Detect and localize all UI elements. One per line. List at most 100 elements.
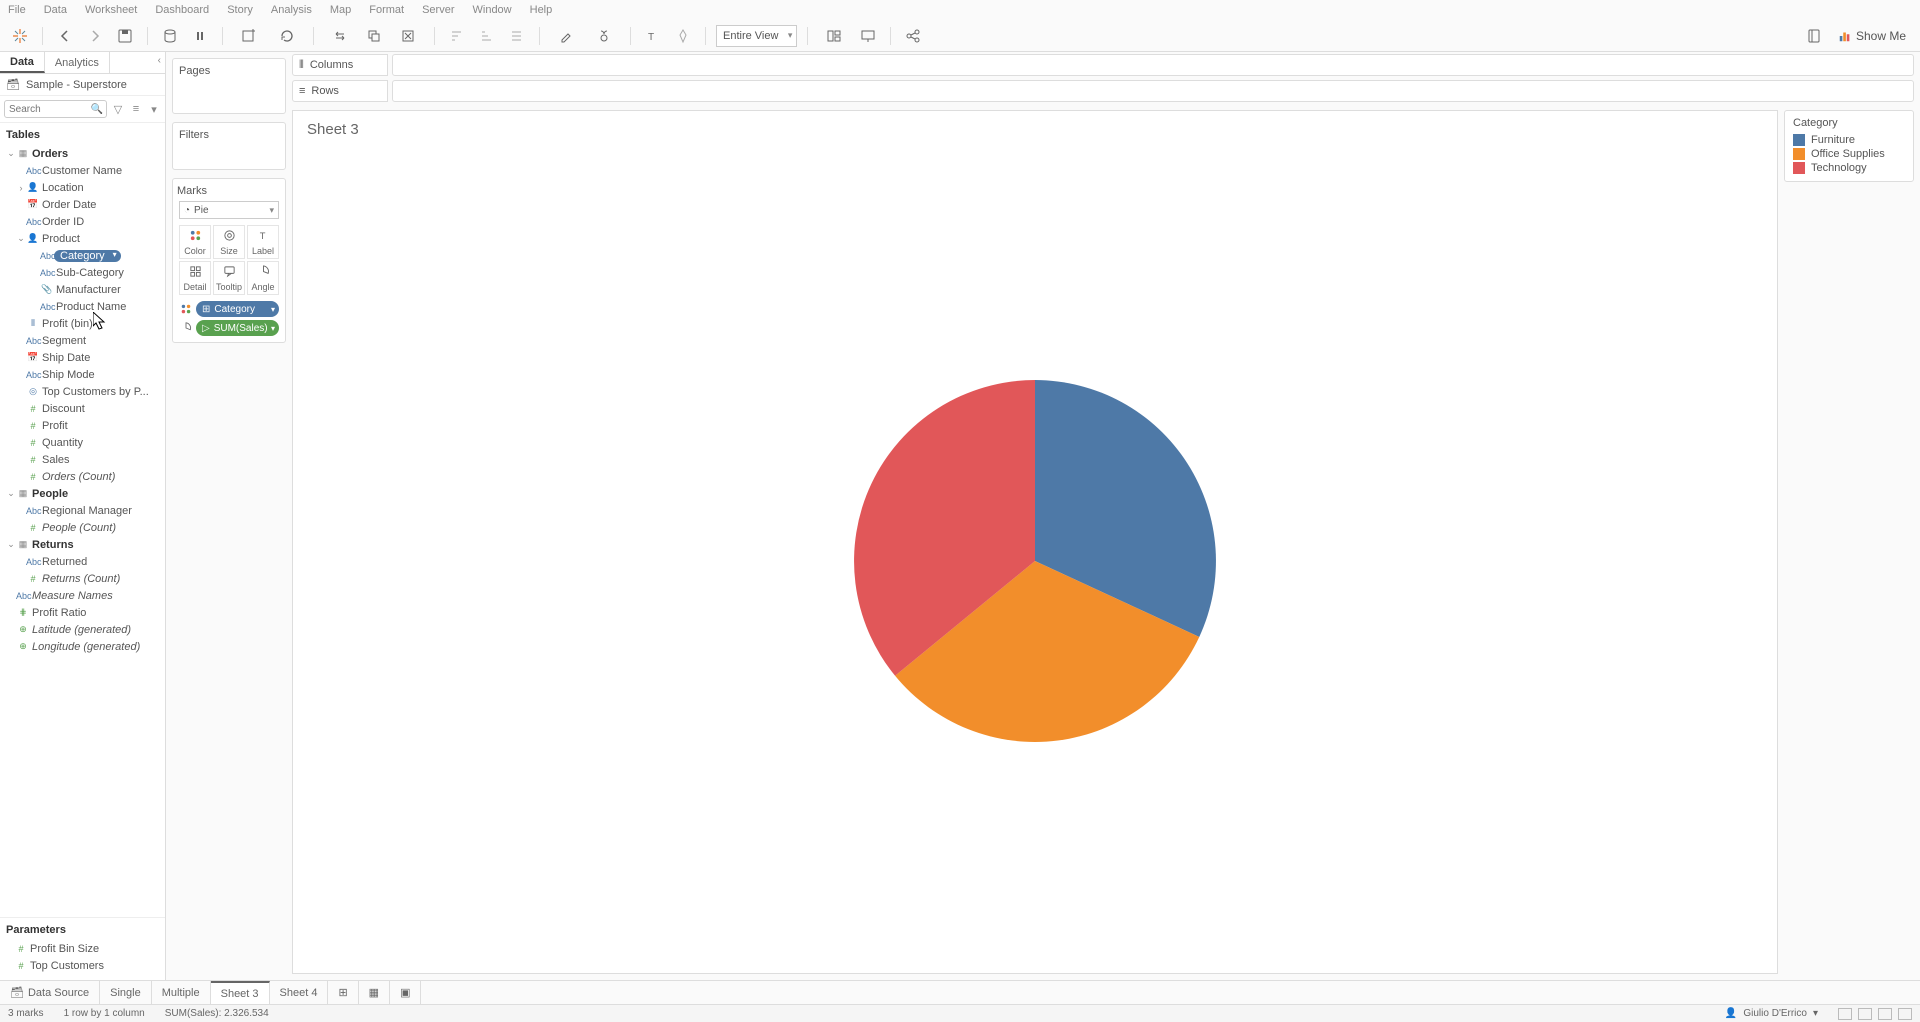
menu-format[interactable]: Format (369, 4, 404, 16)
pin-icon[interactable] (671, 24, 695, 48)
sort-asc-icon[interactable] (445, 24, 469, 48)
pause-updates-icon[interactable] (188, 24, 212, 48)
tab-multiple[interactable]: Multiple (152, 981, 211, 1004)
menu-worksheet[interactable]: Worksheet (85, 4, 137, 16)
expand-icon[interactable]: ⌄ (6, 488, 16, 499)
guide-icon[interactable] (1802, 24, 1826, 48)
field-top-customers-by-p-[interactable]: ◎Top Customers by P... (2, 383, 163, 400)
field-segment[interactable]: AbcSegment (2, 332, 163, 349)
tab-single[interactable]: Single (100, 981, 152, 1004)
mark-size-button[interactable]: Size (213, 225, 245, 259)
expand-icon[interactable]: › (16, 183, 26, 193)
new-data-icon[interactable] (158, 24, 182, 48)
tab-analytics[interactable]: Analytics (45, 52, 110, 73)
tab-sheet-4[interactable]: Sheet 4 (270, 981, 329, 1004)
refresh-icon[interactable] (271, 24, 303, 48)
field-people[interactable]: ⌄▦People (2, 485, 163, 502)
field-location[interactable]: ›👤Location (2, 179, 163, 196)
field-profit-ratio[interactable]: ⋕Profit Ratio (2, 604, 163, 621)
new-worksheet-tab-icon[interactable]: ⊞ (328, 981, 358, 1004)
field-ship-date[interactable]: 📅Ship Date (2, 349, 163, 366)
save-icon[interactable] (113, 24, 137, 48)
parameter-profit-bin-size[interactable]: #Profit Bin Size (0, 940, 165, 957)
sheet-title[interactable]: Sheet 3 (293, 111, 1777, 148)
filter-fields-icon[interactable]: ▽ (111, 102, 125, 116)
back-icon[interactable] (53, 24, 77, 48)
field-order-date[interactable]: 📅Order Date (2, 196, 163, 213)
field-quantity[interactable]: #Quantity (2, 434, 163, 451)
sort-clear-icon[interactable] (505, 24, 529, 48)
show-me-button[interactable]: Show Me (1832, 29, 1912, 43)
mark-detail-button[interactable]: Detail (179, 261, 211, 295)
menu-map[interactable]: Map (330, 4, 351, 16)
sort-desc-icon[interactable] (475, 24, 499, 48)
field-ship-mode[interactable]: AbcShip Mode (2, 366, 163, 383)
duplicate-icon[interactable] (362, 24, 386, 48)
parameter-top-customers[interactable]: #Top Customers (0, 957, 165, 974)
fields-menu-icon[interactable]: ▾ (147, 102, 161, 116)
columns-shelf[interactable] (392, 54, 1914, 76)
view-mode-3-icon[interactable] (1878, 1008, 1892, 1020)
viz-canvas[interactable]: Sheet 3 (292, 110, 1778, 974)
user-menu[interactable]: 👤 Giulio D'Errico ▾ (1725, 1008, 1818, 1019)
field-sub-category[interactable]: AbcSub-Category (2, 264, 163, 281)
mark-tooltip-button[interactable]: Tooltip (213, 261, 245, 295)
field-people-count-[interactable]: #People (Count) (2, 519, 163, 536)
field-longitude-generated-[interactable]: ⊕Longitude (generated) (2, 638, 163, 655)
labels-icon[interactable]: T (641, 24, 665, 48)
field-returns-count-[interactable]: #Returns (Count) (2, 570, 163, 587)
menu-analysis[interactable]: Analysis (271, 4, 312, 16)
field-measure-names[interactable]: AbcMeasure Names (2, 587, 163, 604)
menu-help[interactable]: Help (530, 4, 553, 16)
collapse-pane-icon[interactable]: ‹ (158, 55, 161, 66)
field-returned[interactable]: AbcReturned (2, 553, 163, 570)
new-story-tab-icon[interactable]: ▣ (390, 981, 421, 1004)
field-orders[interactable]: ⌄▦Orders (2, 145, 163, 162)
presentation-icon[interactable] (856, 24, 880, 48)
field-sales[interactable]: #Sales (2, 451, 163, 468)
legend-item-office-supplies[interactable]: Office Supplies (1793, 147, 1905, 161)
field-latitude-generated-[interactable]: ⊕Latitude (generated) (2, 621, 163, 638)
field-order-id[interactable]: AbcOrder ID (2, 213, 163, 230)
group-icon[interactable] (588, 24, 620, 48)
tab-data[interactable]: Data (0, 52, 45, 73)
field-manufacturer[interactable]: 📎Manufacturer (2, 281, 163, 298)
field-orders-count-[interactable]: #Orders (Count) (2, 468, 163, 485)
legend-item-furniture[interactable]: Furniture (1793, 133, 1905, 147)
forward-icon[interactable] (83, 24, 107, 48)
search-input[interactable]: 🔍 (4, 100, 107, 118)
mark-color-button[interactable]: Color (179, 225, 211, 259)
field-discount[interactable]: #Discount (2, 400, 163, 417)
tableau-logo-icon[interactable] (8, 24, 32, 48)
pill-category[interactable]: ⊞Category (196, 301, 279, 317)
pill-glyph-angle-icon[interactable] (179, 322, 193, 334)
field-product-name[interactable]: AbcProduct Name (2, 298, 163, 315)
swap-icon[interactable] (324, 24, 356, 48)
new-dashboard-tab-icon[interactable]: ▦ (359, 981, 390, 1004)
show-cards-icon[interactable] (818, 24, 850, 48)
pill-glyph-color-icon[interactable] (179, 303, 193, 315)
legend-item-technology[interactable]: Technology (1793, 161, 1905, 175)
pill-sum-sales-[interactable]: ▷SUM(Sales) (196, 320, 279, 336)
new-worksheet-icon[interactable] (233, 24, 265, 48)
clear-icon[interactable] (392, 24, 424, 48)
field-category[interactable]: AbcCategory (2, 247, 163, 264)
tab-sheet-3[interactable]: Sheet 3 (211, 981, 270, 1004)
field-customer-name[interactable]: AbcCustomer Name (2, 162, 163, 179)
mark-label-button[interactable]: TLabel (247, 225, 279, 259)
menu-dashboard[interactable]: Dashboard (155, 4, 209, 16)
menu-window[interactable]: Window (473, 4, 512, 16)
highlight-icon[interactable] (550, 24, 582, 48)
mark-angle-button[interactable]: Angle (247, 261, 279, 295)
pie-chart[interactable] (845, 371, 1225, 751)
menu-file[interactable]: File (8, 4, 26, 16)
datasource-item[interactable]: 🗃 Sample - Superstore (0, 74, 165, 96)
filters-shelf[interactable]: Filters (172, 122, 286, 170)
menu-data[interactable]: Data (44, 4, 67, 16)
expand-icon[interactable]: ⌄ (6, 148, 16, 159)
view-mode-1-icon[interactable] (1838, 1008, 1852, 1020)
field-regional-manager[interactable]: AbcRegional Manager (2, 502, 163, 519)
fit-mode-select[interactable]: Entire View (716, 25, 797, 47)
view-list-icon[interactable]: ≡ (129, 102, 143, 116)
pages-shelf[interactable]: Pages (172, 58, 286, 114)
